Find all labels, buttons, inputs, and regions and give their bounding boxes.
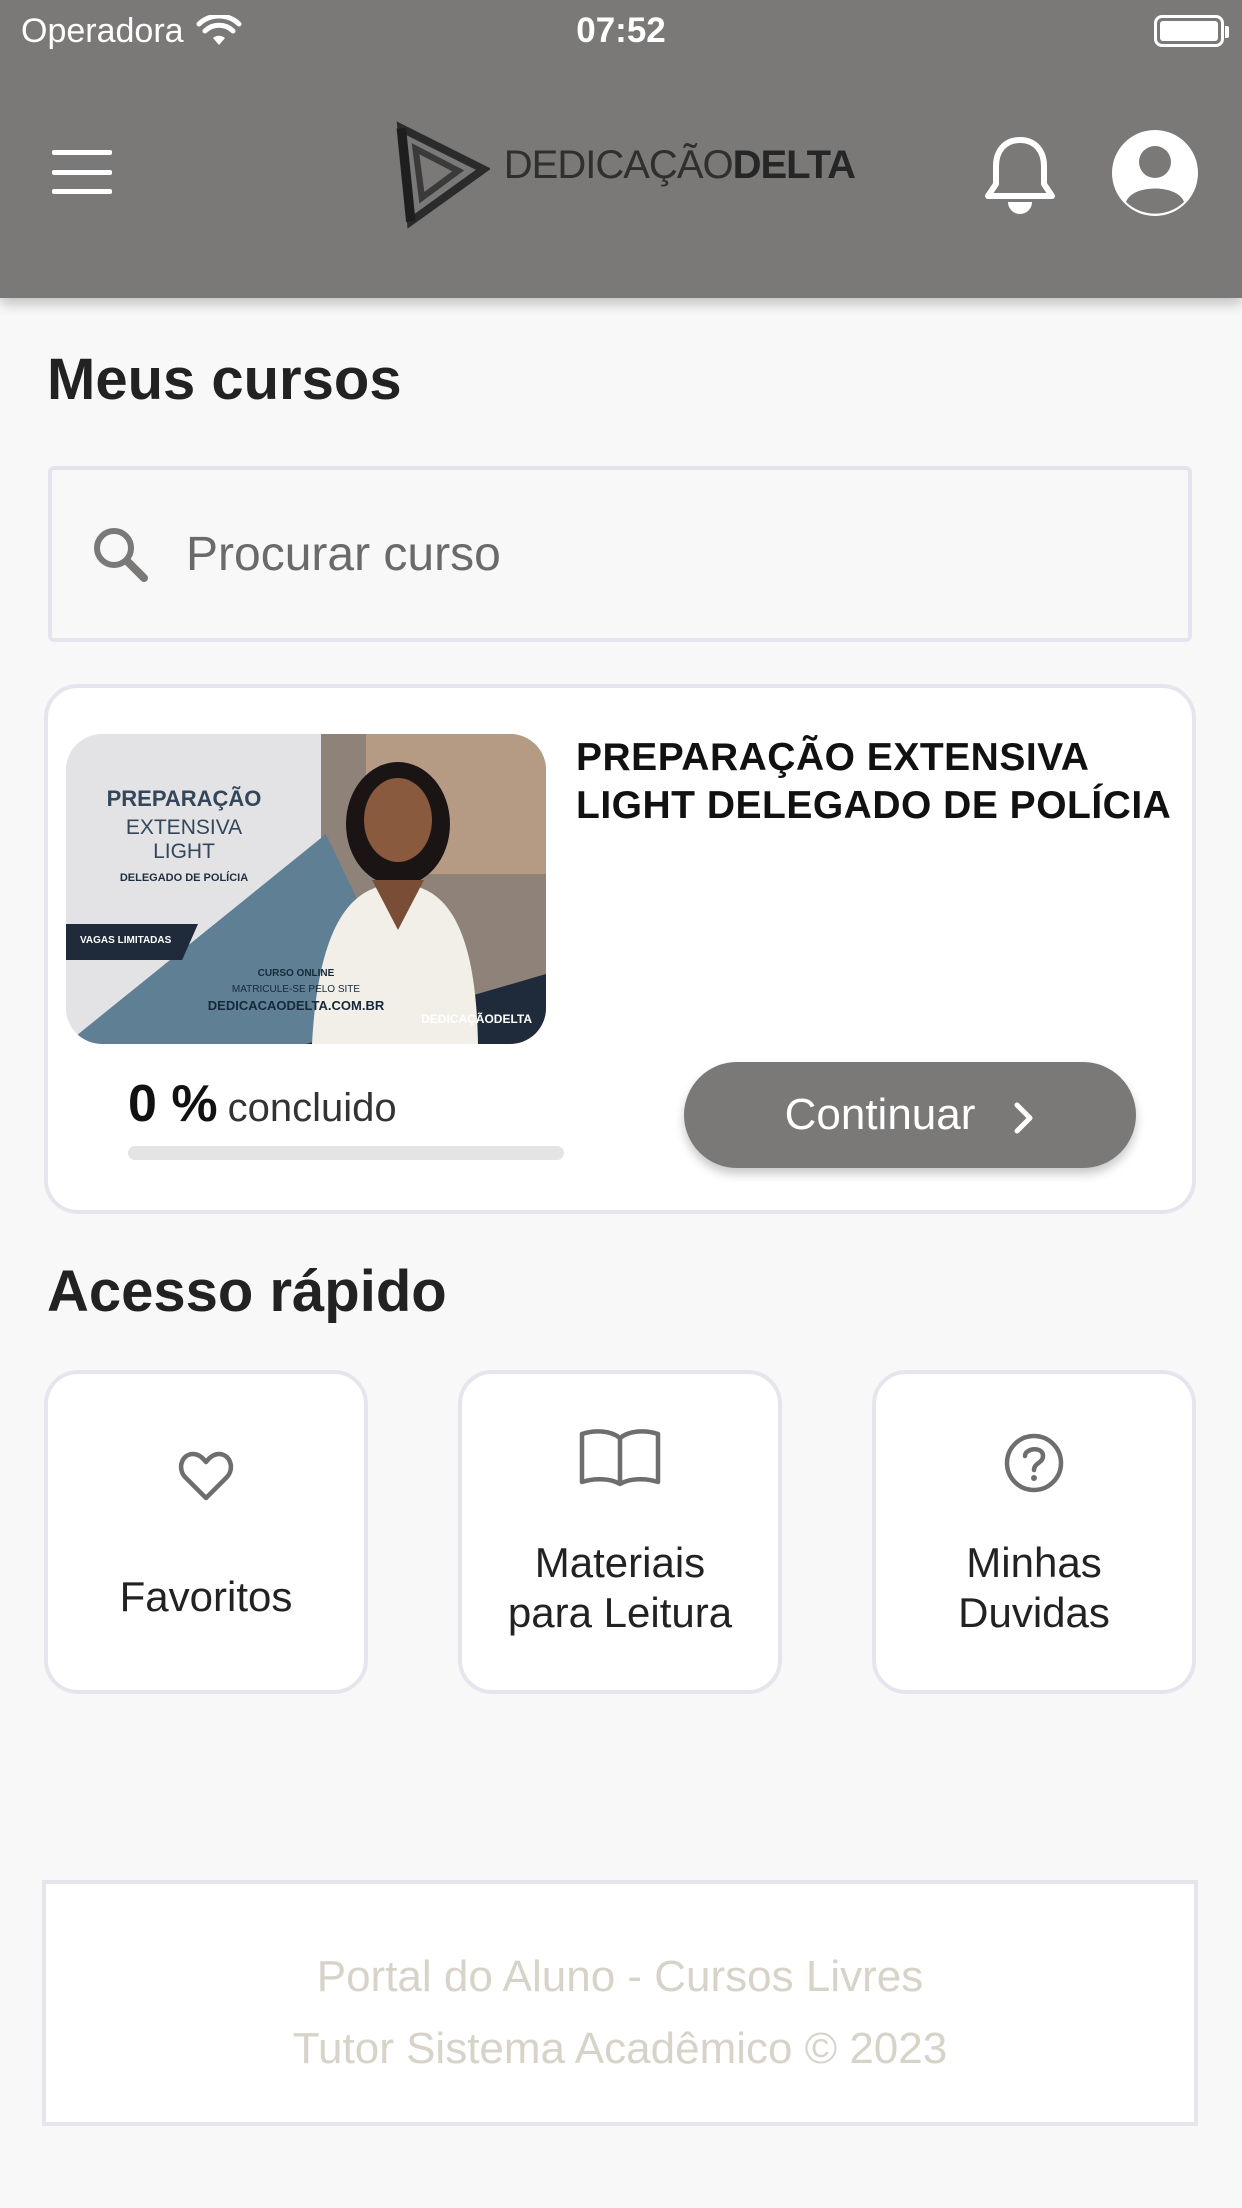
thumbnail-line2: EXTENSIVA xyxy=(125,816,243,839)
favorites-label: Favoritos xyxy=(119,1573,293,1620)
heart-icon xyxy=(178,1451,234,1501)
logo-wordmark: DEDICAÇÃODELTA xyxy=(503,142,856,188)
course-card[interactable]: PREPARAÇÃO EXTENSIVA LIGHT DELEGADO DE P… xyxy=(44,684,1196,1214)
bell-icon[interactable] xyxy=(982,134,1058,214)
app-logo: DEDICAÇÃODELTA xyxy=(395,104,856,244)
thumbnail-text: PREPARAÇÃO EXTENSIVA LIGHT DELEGADO DE P… xyxy=(84,786,284,884)
reading-materials-label-line1: Materiais xyxy=(534,1539,706,1586)
progress-text: concluido xyxy=(227,1086,397,1130)
reading-materials-label-line2: para Leitura xyxy=(507,1589,733,1636)
my-questions-label-line2: Duvidas xyxy=(958,1589,1110,1636)
user-avatar-icon[interactable] xyxy=(1110,128,1200,218)
search-icon xyxy=(94,528,148,582)
question-circle-icon xyxy=(1004,1433,1064,1493)
status-bar: Operadora 07:52 xyxy=(0,0,1242,62)
footer-line2: Tutor Sistema Acadêmico © 2023 xyxy=(292,2024,948,2073)
continue-button-label: Continuar xyxy=(784,1090,976,1139)
thumbnail-logo: DEDICAÇÃODELTA xyxy=(421,1012,532,1026)
quick-access-reading-materials[interactable]: Materiais para Leitura xyxy=(458,1370,782,1694)
book-icon xyxy=(579,1429,661,1487)
footer: Portal do Aluno - Cursos Livres Tutor Si… xyxy=(42,1880,1198,2126)
logo-text-light: DEDICAÇÃO xyxy=(503,142,734,187)
search-box[interactable] xyxy=(48,466,1192,642)
delta-logo-icon xyxy=(396,121,490,229)
thumbnail-badge: VAGAS LIMITADAS xyxy=(66,924,198,960)
my-questions-label: Minhas Duvidas xyxy=(876,1538,1192,1638)
status-time: 07:52 xyxy=(576,11,666,50)
chevron-right-icon xyxy=(1014,1102,1033,1134)
app-header: Operadora 07:52 DEDICAÇÃODELTA xyxy=(0,0,1242,298)
progress-bar xyxy=(128,1146,564,1160)
quick-access-my-questions[interactable]: Minhas Duvidas xyxy=(872,1370,1196,1694)
thumbnail-site: DEDICACAODELTA.COM.BR xyxy=(207,998,385,1013)
thumbnail-enroll: MATRICULE-SE PELO SITE xyxy=(231,984,361,995)
battery-icon xyxy=(1154,15,1229,47)
course-title[interactable]: PREPARAÇÃO EXTENSIVA LIGHT DELEGADO DE P… xyxy=(576,734,1176,830)
continue-button[interactable]: Continuar xyxy=(684,1062,1136,1168)
progress-value: 0 % xyxy=(128,1075,218,1133)
search-input[interactable] xyxy=(186,526,1086,582)
progress-label: 0 % concluido xyxy=(128,1074,397,1134)
quick-access-title: Acesso rápido xyxy=(47,1259,447,1324)
hamburger-menu-icon[interactable] xyxy=(52,150,112,194)
logo-text-bold: DELTA xyxy=(732,142,856,187)
thumbnail-online-info: CURSO ONLINE MATRICULE-SE PELO SITE DEDI… xyxy=(186,966,406,1014)
thumbnail-line4: DELEGADO DE POLÍCIA xyxy=(119,872,249,884)
thumbnail-line1: PREPARAÇÃO xyxy=(106,786,262,811)
my-courses-title: Meus cursos xyxy=(47,347,402,412)
footer-line1: Portal do Aluno - Cursos Livres xyxy=(316,1952,924,2001)
quick-access-favorites[interactable]: Favoritos xyxy=(44,1370,368,1694)
reading-materials-label: Materiais para Leitura xyxy=(462,1538,778,1638)
thumbnail-online: CURSO ONLINE xyxy=(257,968,335,979)
my-questions-label-line1: Minhas xyxy=(966,1539,1102,1586)
course-thumbnail[interactable]: PREPARAÇÃO EXTENSIVA LIGHT DELEGADO DE P… xyxy=(66,734,546,1044)
thumbnail-line3: LIGHT xyxy=(153,840,215,863)
